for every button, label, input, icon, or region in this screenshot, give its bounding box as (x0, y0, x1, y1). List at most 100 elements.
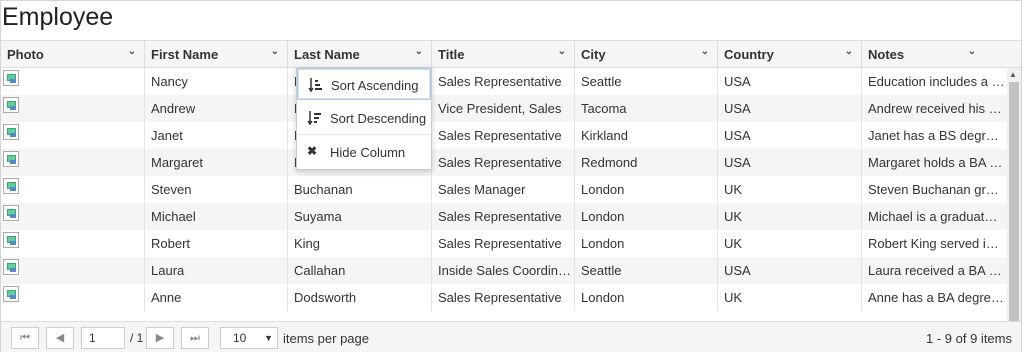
table-row[interactable]: Robert King Sales Representative London … (1, 230, 1007, 257)
column-header-notes[interactable]: Notes ⌄ (862, 41, 980, 68)
last-name-cell: Dodsworth (288, 284, 432, 311)
chevron-down-icon[interactable]: ⌄ (701, 46, 709, 57)
grid-body: Nancy D Sales Representative Seattle USA… (1, 68, 1007, 348)
chevron-down-icon[interactable]: ⌄ (845, 46, 853, 57)
hide-column-item[interactable]: ✖ Hide Column (297, 136, 431, 168)
city-cell: Kirkland (575, 122, 718, 149)
broken-image-icon (3, 178, 21, 196)
table-row[interactable]: Margaret P Sales Representative Redmond … (1, 149, 1007, 176)
page-size-value: 10 (233, 331, 247, 345)
last-page-button[interactable]: ⏭ (181, 327, 209, 349)
employee-grid: Photo ⌄ First Name ⌄ Last Name ⌄ Title ⌄… (1, 40, 1021, 352)
city-cell: London (575, 176, 718, 203)
caret-down-icon: ▼ (264, 333, 273, 343)
photo-cell (1, 257, 145, 284)
column-header-photo[interactable]: Photo ⌄ (1, 41, 145, 68)
photo-cell (1, 68, 145, 95)
photo-cell (1, 95, 145, 122)
title-cell: Sales Representative (432, 230, 575, 257)
column-header-last-name[interactable]: Last Name ⌄ (288, 41, 432, 68)
chevron-down-icon[interactable]: ⌄ (271, 46, 279, 57)
notes-cell: Robert King served i… (868, 236, 999, 251)
table-row[interactable]: Andrew F Vice President, Sales Tacoma US… (1, 95, 1007, 122)
vertical-scrollbar[interactable]: ▲ ▼ (1007, 68, 1021, 348)
column-header-label: Notes (868, 47, 905, 62)
menu-item-label: Sort Ascending (331, 78, 419, 93)
first-name-cell: Robert (145, 230, 288, 257)
menu-item-label: Hide Column (330, 145, 406, 160)
table-row[interactable]: Steven Buchanan Sales Manager London UK … (1, 176, 1007, 203)
title-cell: Sales Representative (432, 284, 575, 311)
sort-ascending-item[interactable]: Sort Ascending (297, 68, 431, 100)
notes-cell: Margaret holds a BA … (868, 155, 1003, 170)
title-cell: Sales Representative (432, 122, 575, 149)
photo-cell (1, 203, 145, 230)
title-cell: Sales Representative (432, 68, 575, 95)
broken-image-icon (3, 205, 21, 223)
notes-cell: Laura received a BA … (868, 263, 1002, 278)
sort-descending-icon (307, 110, 321, 126)
chevron-down-icon[interactable]: ⌄ (558, 46, 566, 57)
table-row[interactable]: Anne Dodsworth Sales Representative Lond… (1, 284, 1007, 311)
city-cell: London (575, 203, 718, 230)
notes-cell: Steven Buchanan gr… (868, 182, 999, 197)
chevron-down-icon[interactable]: ⌄ (968, 46, 976, 57)
first-name-cell: Nancy (145, 68, 288, 95)
column-header-label: Photo (7, 47, 44, 62)
page-number-input[interactable]: 1 (81, 327, 125, 349)
city-cell: Seattle (575, 257, 718, 284)
first-name-cell: Laura (145, 257, 288, 284)
broken-image-icon (3, 286, 21, 304)
menu-item-label: Sort Descending (330, 111, 427, 126)
notes-cell: Education includes a … (868, 74, 1005, 89)
sort-descending-item[interactable]: Sort Descending (297, 102, 431, 134)
city-cell: London (575, 284, 718, 311)
city-cell: Tacoma (575, 95, 718, 122)
scrollbar-thumb[interactable] (1009, 82, 1019, 338)
first-page-button[interactable]: ⏮ (11, 327, 39, 349)
broken-image-icon (3, 151, 21, 169)
notes-cell: Andrew received his … (868, 101, 1002, 116)
broken-image-icon (3, 259, 21, 277)
chevron-down-icon[interactable]: ⌄ (128, 46, 136, 57)
last-name-cell: Callahan (288, 257, 432, 284)
table-row[interactable]: Nancy D Sales Representative Seattle USA… (1, 68, 1007, 95)
items-per-page-label: items per page (283, 331, 369, 346)
table-row[interactable]: Michael Suyama Sales Representative Lond… (1, 203, 1007, 230)
page-size-select[interactable]: 10 ▼ (220, 327, 278, 349)
page-title: Employee (2, 3, 114, 31)
column-header-first-name[interactable]: First Name ⌄ (145, 41, 288, 68)
country-cell: USA (718, 95, 862, 122)
city-cell: Redmond (575, 149, 718, 176)
next-page-button[interactable]: ▶ (146, 327, 174, 349)
grid-header: Photo ⌄ First Name ⌄ Last Name ⌄ Title ⌄… (1, 40, 1021, 68)
table-row[interactable]: Laura Callahan Inside Sales Coordin… Sea… (1, 257, 1007, 284)
notes-cell: Janet has a BS degr… (868, 128, 999, 143)
pager: ⏮ ◀ 1 / 1 ▶ ⏭ 10 ▼ items per page 1 - 9 … (1, 321, 1021, 352)
column-header-city[interactable]: City ⌄ (575, 41, 718, 68)
table-row[interactable]: Janet L Sales Representative Kirkland US… (1, 122, 1007, 149)
country-cell: UK (718, 203, 862, 230)
country-cell: UK (718, 284, 862, 311)
column-header-label: First Name (151, 47, 219, 62)
column-header-label: Title (438, 47, 465, 62)
country-cell: UK (718, 230, 862, 257)
first-name-cell: Margaret (145, 149, 288, 176)
sort-ascending-icon (308, 77, 322, 93)
first-name-cell: Anne (145, 284, 288, 311)
last-name-cell: King (288, 230, 432, 257)
country-cell: USA (718, 122, 862, 149)
first-name-cell: Steven (145, 176, 288, 203)
photo-cell (1, 284, 145, 311)
column-header-label: Country (724, 47, 774, 62)
column-header-title[interactable]: Title ⌄ (432, 41, 575, 68)
broken-image-icon (3, 97, 21, 115)
photo-cell (1, 149, 145, 176)
country-cell: USA (718, 149, 862, 176)
column-header-country[interactable]: Country ⌄ (718, 41, 862, 68)
title-cell: Vice President, Sales (432, 95, 575, 122)
prev-page-button[interactable]: ◀ (46, 327, 74, 349)
first-name-cell: Michael (145, 203, 288, 230)
chevron-down-icon[interactable]: ⌄ (415, 46, 423, 57)
scroll-up-icon[interactable]: ▲ (1009, 70, 1017, 79)
